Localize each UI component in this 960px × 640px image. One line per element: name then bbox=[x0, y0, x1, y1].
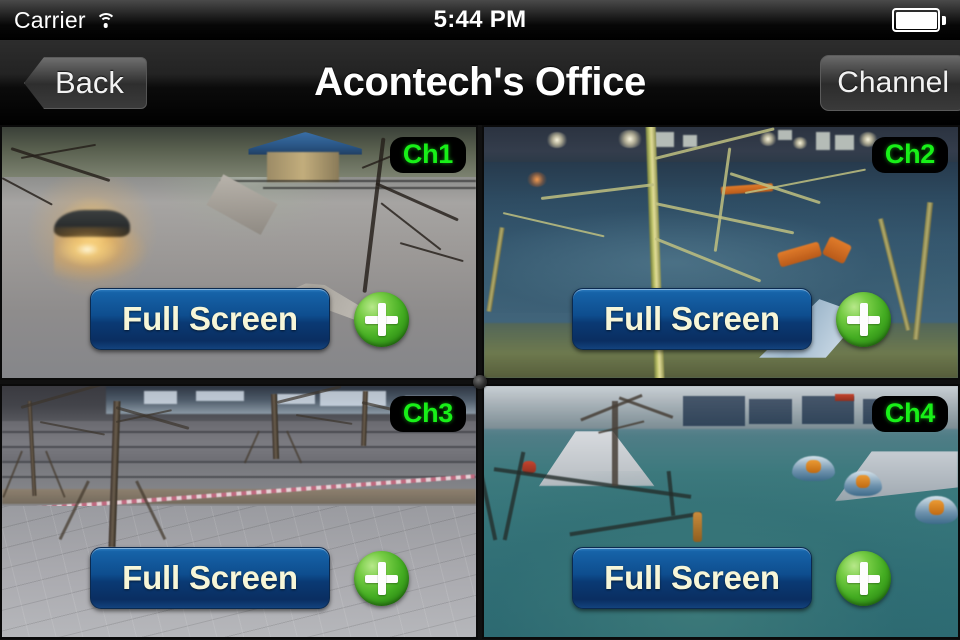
video-pane-ch2[interactable]: Ch2 Full Screen bbox=[482, 125, 960, 380]
channel-badge-ch3: Ch3 bbox=[389, 396, 466, 433]
add-button-ch4[interactable] bbox=[836, 551, 891, 606]
add-button-ch2[interactable] bbox=[836, 292, 891, 347]
fullscreen-button-ch1[interactable]: Full Screen bbox=[90, 288, 330, 350]
channel-badge-ch1: Ch1 bbox=[389, 137, 466, 174]
fullscreen-button-ch3[interactable]: Full Screen bbox=[90, 547, 330, 609]
status-bar-right bbox=[892, 0, 946, 40]
video-feed-ch3: Ch3 Full Screen bbox=[2, 386, 476, 637]
video-pane-ch1[interactable]: Ch1 Full Screen bbox=[0, 125, 478, 380]
fullscreen-button-ch2[interactable]: Full Screen bbox=[572, 288, 812, 350]
add-button-ch3[interactable] bbox=[354, 551, 409, 606]
status-bar: Carrier 5:44 PM bbox=[0, 0, 960, 40]
channel-badge-ch2: Ch2 bbox=[871, 137, 948, 174]
video-feed-ch2: Ch2 Full Screen bbox=[484, 127, 958, 378]
fullscreen-button-ch4[interactable]: Full Screen bbox=[572, 547, 812, 609]
status-bar-time: 5:44 PM bbox=[433, 6, 527, 33]
video-feed-ch1: Ch1 Full Screen bbox=[2, 127, 476, 378]
video-pane-ch3[interactable]: Ch3 Full Screen bbox=[0, 384, 478, 639]
add-button-ch1[interactable] bbox=[354, 292, 409, 347]
video-grid: Ch1 Full Screen Ch2 Full Screen Ch3 Full… bbox=[0, 125, 960, 640]
page-title: Acontech's Office bbox=[314, 60, 646, 104]
grid-center-handle[interactable] bbox=[473, 375, 487, 389]
battery-full-icon bbox=[892, 8, 946, 32]
channel-button[interactable]: Channel bbox=[820, 55, 960, 111]
channel-badge-ch4: Ch4 bbox=[871, 396, 948, 433]
nav-bar: Back Acontech's Office Channel bbox=[0, 40, 960, 125]
video-pane-ch4[interactable]: Ch4 Full Screen bbox=[482, 384, 960, 639]
video-feed-ch4: Ch4 Full Screen bbox=[484, 386, 958, 637]
app-root: Carrier 5:44 PM Back Acontech's Office C… bbox=[0, 0, 960, 640]
